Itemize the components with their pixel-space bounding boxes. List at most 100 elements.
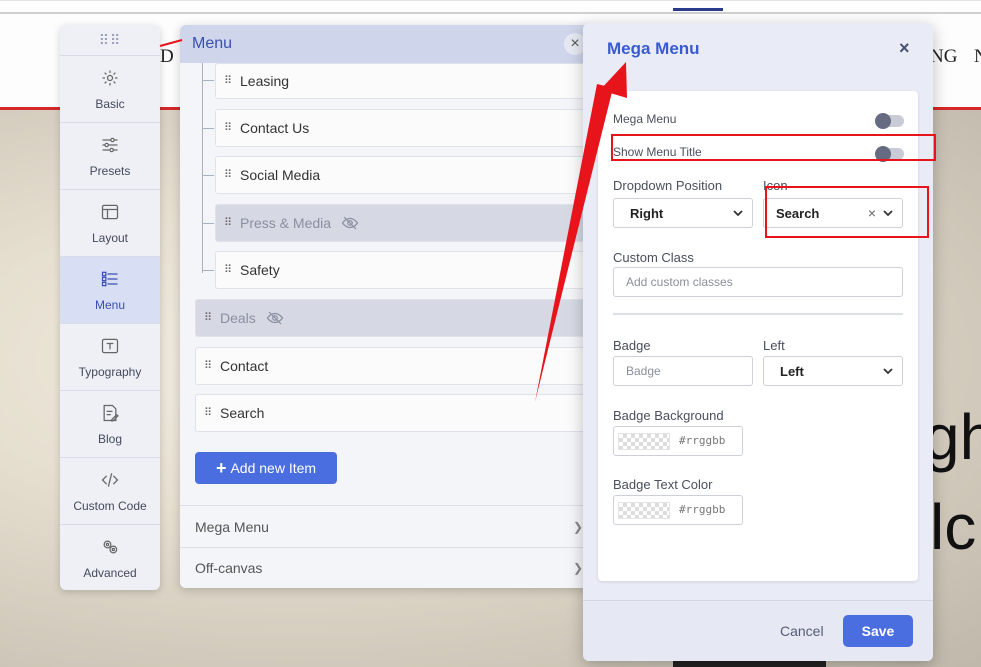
badge-text-color-input[interactable]: #rrggbb xyxy=(613,495,743,525)
chevron-right-icon: ❯ xyxy=(572,561,583,575)
menu-item-label: Contact xyxy=(220,358,269,374)
toolbar-item-label: Blog xyxy=(97,431,123,446)
tree-connector-line xyxy=(202,63,203,273)
menu-panel-title: Menu xyxy=(192,35,233,52)
menu-item-label: Leasing xyxy=(240,73,290,89)
badge-background-color-input[interactable]: #rrggbb xyxy=(613,426,743,456)
drag-grip-icon[interactable]: ⠿ xyxy=(224,265,232,276)
badge-label: Badge xyxy=(613,338,651,353)
chevron-down-icon xyxy=(883,368,893,375)
accordion-mega-menu[interactable]: Mega Menu ❯ xyxy=(180,505,593,547)
toolbar-item-blog[interactable]: Blog xyxy=(60,390,160,457)
background-nav-marker xyxy=(673,8,723,11)
mega-menu-dialog: Mega Menu × Mega Menu Show Menu Title Dr… xyxy=(583,23,933,661)
menu-item-label: Deals xyxy=(220,310,256,326)
menu-item-label: Search xyxy=(220,405,265,421)
builder-toolbar: ⠿⠿ Basic Presets Layout Menu Typography … xyxy=(60,25,160,590)
menu-item-contact[interactable]: ⠿ Contact xyxy=(195,347,585,385)
tree-connector-tick xyxy=(202,223,214,224)
plus-icon: + xyxy=(215,457,227,478)
toolbar-item-typography[interactable]: Typography xyxy=(60,323,160,390)
menu-item-social-media[interactable]: ⠿ Social Media xyxy=(215,156,585,194)
chevron-right-icon: ❯ xyxy=(572,519,583,534)
eye-slash-icon[interactable] xyxy=(341,216,359,230)
code-icon xyxy=(101,472,119,487)
custom-class-input[interactable]: Add custom classes xyxy=(613,267,903,297)
background-nav-text-right: NG xyxy=(930,46,958,67)
badge-position-value: Left xyxy=(780,363,804,379)
eye-slash-icon[interactable] xyxy=(266,311,284,325)
badge-position-label: Left xyxy=(763,338,785,353)
tree-connector-tick xyxy=(202,175,214,176)
add-new-item-label: Add new Item xyxy=(230,460,317,476)
accordion-label: Off-canvas xyxy=(195,560,263,576)
tree-connector-tick xyxy=(202,270,214,271)
badge-background-label: Badge Background xyxy=(613,408,724,423)
toolbar-item-label: Presets xyxy=(89,163,131,178)
dialog-settings-card: Mega Menu Show Menu Title Dropdown Posit… xyxy=(598,91,918,581)
toolbar-item-label: Custom Code xyxy=(73,498,147,513)
sliders-icon xyxy=(102,137,118,152)
menu-list-icon xyxy=(101,271,118,286)
menu-item-search[interactable]: ⠿ Search xyxy=(195,394,585,432)
cancel-button[interactable]: Cancel xyxy=(780,623,824,639)
tree-connector-tick xyxy=(202,128,214,129)
drag-grip-icon[interactable]: ⠿ xyxy=(224,123,232,134)
text-icon xyxy=(101,338,119,353)
color-swatch[interactable] xyxy=(618,502,670,519)
drag-grip-icon[interactable]: ⠿ xyxy=(224,218,232,229)
highlight-box-show-menu-title xyxy=(611,134,936,161)
background-hero-text-2: lc xyxy=(930,491,977,563)
mega-menu-toggle[interactable] xyxy=(875,113,904,129)
toolbar-item-basic[interactable]: Basic xyxy=(60,55,160,122)
menu-item-deals[interactable]: ⠿ Deals xyxy=(195,299,585,337)
toolbar-item-label: Menu xyxy=(94,297,126,312)
dropdown-position-label: Dropdown Position xyxy=(613,178,723,193)
add-new-item-button[interactable]: + Add new Item xyxy=(195,452,337,484)
drag-grip-icon[interactable]: ⠿ xyxy=(224,170,232,181)
menu-item-safety[interactable]: ⠿ Safety xyxy=(215,251,585,289)
toolbar-item-advanced[interactable]: Advanced xyxy=(60,524,160,590)
color-value: #rrggbb xyxy=(679,503,726,516)
menu-item-label: Press & Media xyxy=(240,215,332,231)
menu-item-leasing[interactable]: ⠿ Leasing xyxy=(215,63,585,99)
drag-grip-icon[interactable]: ⠿ xyxy=(204,408,212,419)
layout-icon xyxy=(101,204,119,219)
toolbar-item-menu[interactable]: Menu xyxy=(60,256,160,323)
color-swatch[interactable] xyxy=(618,433,670,450)
accordion-label: Mega Menu xyxy=(195,518,269,535)
close-icon[interactable]: × xyxy=(899,38,910,59)
dropdown-position-select[interactable]: Right xyxy=(613,198,753,228)
background-dark-bar xyxy=(673,660,826,667)
drag-handle-icon[interactable]: ⠿⠿ xyxy=(60,25,160,55)
drag-grip-icon[interactable]: ⠿ xyxy=(204,361,212,372)
chevron-down-icon xyxy=(733,210,743,217)
edit-document-icon xyxy=(103,404,119,422)
custom-class-label: Custom Class xyxy=(613,250,694,265)
save-button[interactable]: Save xyxy=(843,615,913,647)
menu-item-contact-us[interactable]: ⠿ Contact Us xyxy=(215,109,585,147)
gears-icon xyxy=(103,540,118,553)
drag-grip-icon[interactable]: ⠿ xyxy=(204,313,212,324)
toolbar-item-label: Layout xyxy=(91,230,129,245)
toolbar-item-presets[interactable]: Presets xyxy=(60,122,160,189)
highlight-box-icon-select xyxy=(765,186,929,238)
badge-position-select[interactable]: Left xyxy=(763,356,903,386)
mega-menu-label: Mega Menu xyxy=(613,112,677,126)
gear-icon xyxy=(102,70,118,85)
tree-connector-tick xyxy=(202,80,214,81)
dialog-footer: Cancel Save xyxy=(583,600,933,661)
accordion-off-canvas[interactable]: Off-canvas ❯ xyxy=(180,547,593,588)
toolbar-item-label: Basic xyxy=(95,96,125,111)
dropdown-position-value: Right xyxy=(630,205,664,221)
menu-item-label: Safety xyxy=(240,262,280,278)
toolbar-item-custom-code[interactable]: Custom Code xyxy=(60,457,160,524)
badge-input[interactable]: Badge xyxy=(613,356,753,386)
menu-item-label: Contact Us xyxy=(240,120,310,136)
toolbar-item-layout[interactable]: Layout xyxy=(60,189,160,256)
background-top-line xyxy=(0,12,981,14)
drag-grip-icon[interactable]: ⠿ xyxy=(224,76,232,87)
menu-item-press-media[interactable]: ⠿ Press & Media xyxy=(215,204,585,242)
color-value: #rrggbb xyxy=(679,434,726,447)
menu-item-label: Social Media xyxy=(240,167,321,183)
